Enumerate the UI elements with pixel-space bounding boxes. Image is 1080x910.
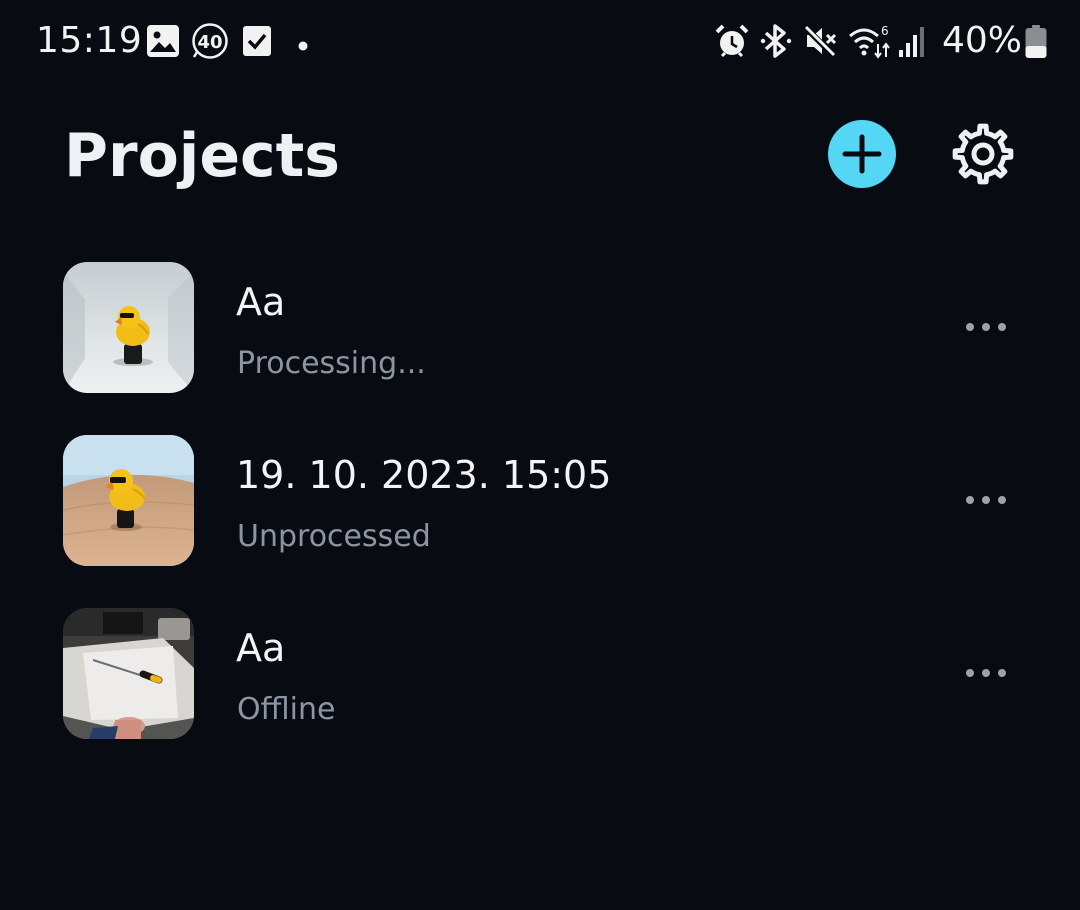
project-more-button[interactable] (950, 302, 1022, 352)
project-name: Aa (236, 280, 286, 324)
more-horizontal-icon (950, 669, 1022, 701)
gallery-icon (146, 24, 180, 62)
badge-number: 40 (197, 32, 222, 53)
badge-40-icon: 40 (191, 22, 229, 64)
settings-button[interactable] (946, 117, 1020, 191)
battery-percent: 40% (942, 20, 1023, 61)
wifi-label: 6 (881, 24, 889, 38)
project-more-button[interactable] (950, 475, 1022, 525)
plus-icon (828, 120, 896, 188)
page-title: Projects (64, 121, 341, 191)
alarm-icon (714, 23, 750, 63)
more-horizontal-icon (950, 323, 1022, 355)
gear-icon (946, 123, 1020, 194)
more-horizontal-icon (950, 496, 1022, 528)
dot-icon (298, 36, 308, 55)
battery-fill (1025, 46, 1047, 58)
project-name: Aa (236, 626, 286, 670)
project-status: Processing... (237, 346, 426, 381)
status-time: 15:19 (36, 20, 143, 61)
project-row[interactable]: Aa Offline (0, 608, 1080, 740)
project-row[interactable]: 19. 10. 2023. 15:05 Unprocessed (0, 435, 1080, 567)
project-row[interactable]: Aa Processing... (0, 262, 1080, 394)
project-more-button[interactable] (950, 648, 1022, 698)
bluetooth-icon (760, 23, 792, 63)
mute-icon (802, 23, 837, 63)
project-status: Offline (237, 692, 336, 727)
add-project-button[interactable] (828, 120, 896, 188)
project-thumbnail (63, 608, 194, 739)
battery-icon (1024, 24, 1048, 64)
project-name: 19. 10. 2023. 15:05 (236, 453, 612, 497)
signal-icon (898, 24, 928, 62)
wifi-icon: 6 (848, 22, 892, 64)
project-thumbnail (63, 435, 194, 566)
project-thumbnail (63, 262, 194, 393)
status-bar: 15:19 40 6 40% (0, 0, 1080, 84)
project-status: Unprocessed (237, 519, 431, 554)
checkbox-icon (242, 24, 272, 62)
